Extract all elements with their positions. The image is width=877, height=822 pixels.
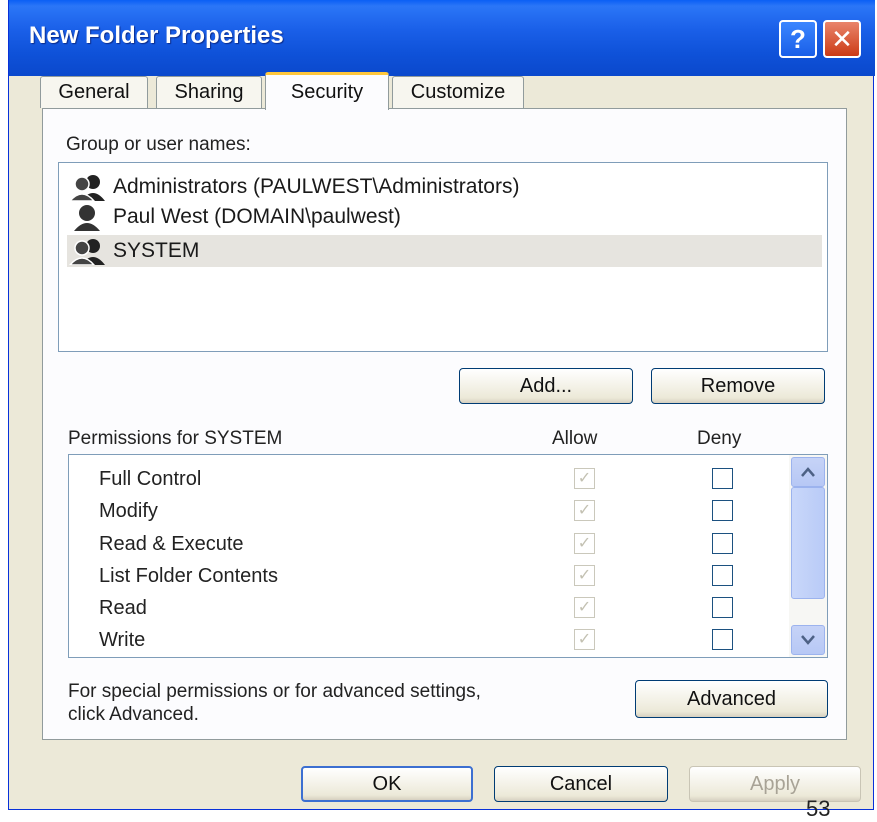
deny-checkbox[interactable] <box>712 629 733 650</box>
scroll-thumb[interactable] <box>791 487 825 599</box>
permission-name: Full Control <box>99 468 202 490</box>
apply-button[interactable]: Apply <box>689 766 861 802</box>
tab-security[interactable]: Security <box>265 72 389 110</box>
tab-customize[interactable]: Customize <box>392 76 524 108</box>
permission-name: Read & Execute <box>99 533 244 555</box>
chevron-down-icon <box>801 635 815 645</box>
permission-name: Modify <box>99 500 158 522</box>
deny-checkbox[interactable] <box>712 597 733 618</box>
group-label: Group or user names: <box>66 134 251 155</box>
allow-checkbox: ✓ <box>574 533 595 554</box>
group-icon <box>69 175 105 201</box>
ok-button[interactable]: OK <box>301 766 473 802</box>
help-button[interactable]: ? <box>779 20 817 58</box>
allow-checkbox: ✓ <box>574 500 595 521</box>
allow-checkbox: ✓ <box>574 565 595 586</box>
permission-row: Write ✓ <box>69 624 785 656</box>
allow-checkbox: ✓ <box>574 629 595 650</box>
permission-row: Read & Execute ✓ <box>69 528 785 560</box>
user-icon <box>74 205 100 231</box>
permission-row: Full Control ✓ <box>69 463 785 495</box>
group-icon <box>69 239 105 265</box>
page-number: 53 <box>806 796 831 821</box>
permission-row: Read ✓ <box>69 592 785 624</box>
permission-name: Write <box>99 629 146 651</box>
allow-header: Allow <box>552 428 598 449</box>
list-item[interactable]: Paul West (DOMAIN\paulwest) <box>67 201 822 233</box>
user-name: Administrators (PAULWEST\Administrators) <box>113 175 520 198</box>
cancel-button[interactable]: Cancel <box>494 766 668 802</box>
permission-row: Modify ✓ <box>69 495 785 527</box>
tab-sharing[interactable]: Sharing <box>156 76 262 108</box>
deny-checkbox[interactable] <box>712 468 733 489</box>
user-name: Paul West (DOMAIN\paulwest) <box>113 205 401 228</box>
permissions-list[interactable]: Full Control ✓ Modify ✓ Read & Execute ✓… <box>68 454 828 658</box>
tab-general[interactable]: General <box>40 76 148 108</box>
permission-name: Read <box>99 597 147 619</box>
title-bar[interactable]: New Folder Properties ? ✕ <box>9 0 875 76</box>
list-item[interactable]: Administrators (PAULWEST\Administrators) <box>67 171 822 203</box>
permission-name: List Folder Contents <box>99 565 278 587</box>
deny-checkbox[interactable] <box>712 500 733 521</box>
permission-row: List Folder Contents ✓ <box>69 560 785 592</box>
deny-checkbox[interactable] <box>712 565 733 586</box>
remove-button[interactable]: Remove <box>651 368 825 404</box>
list-item[interactable]: SYSTEM <box>67 235 822 267</box>
user-name: SYSTEM <box>113 239 200 262</box>
scroll-up-button[interactable] <box>791 457 825 487</box>
add-button[interactable]: Add... <box>459 368 633 404</box>
permissions-scrollbar[interactable] <box>789 455 827 657</box>
user-list[interactable]: Administrators (PAULWEST\Administrators)… <box>58 162 828 352</box>
advanced-note: For special permissions or for advanced … <box>68 681 481 725</box>
chevron-up-icon <box>801 467 815 477</box>
permissions-label: Permissions for SYSTEM <box>68 428 283 449</box>
scroll-down-button[interactable] <box>791 625 825 655</box>
deny-checkbox[interactable] <box>712 533 733 554</box>
allow-checkbox: ✓ <box>574 468 595 489</box>
deny-header: Deny <box>697 428 742 449</box>
allow-checkbox: ✓ <box>574 597 595 618</box>
advanced-button[interactable]: Advanced <box>635 680 828 718</box>
close-button[interactable]: ✕ <box>823 20 861 58</box>
window-title: New Folder Properties <box>29 22 284 49</box>
